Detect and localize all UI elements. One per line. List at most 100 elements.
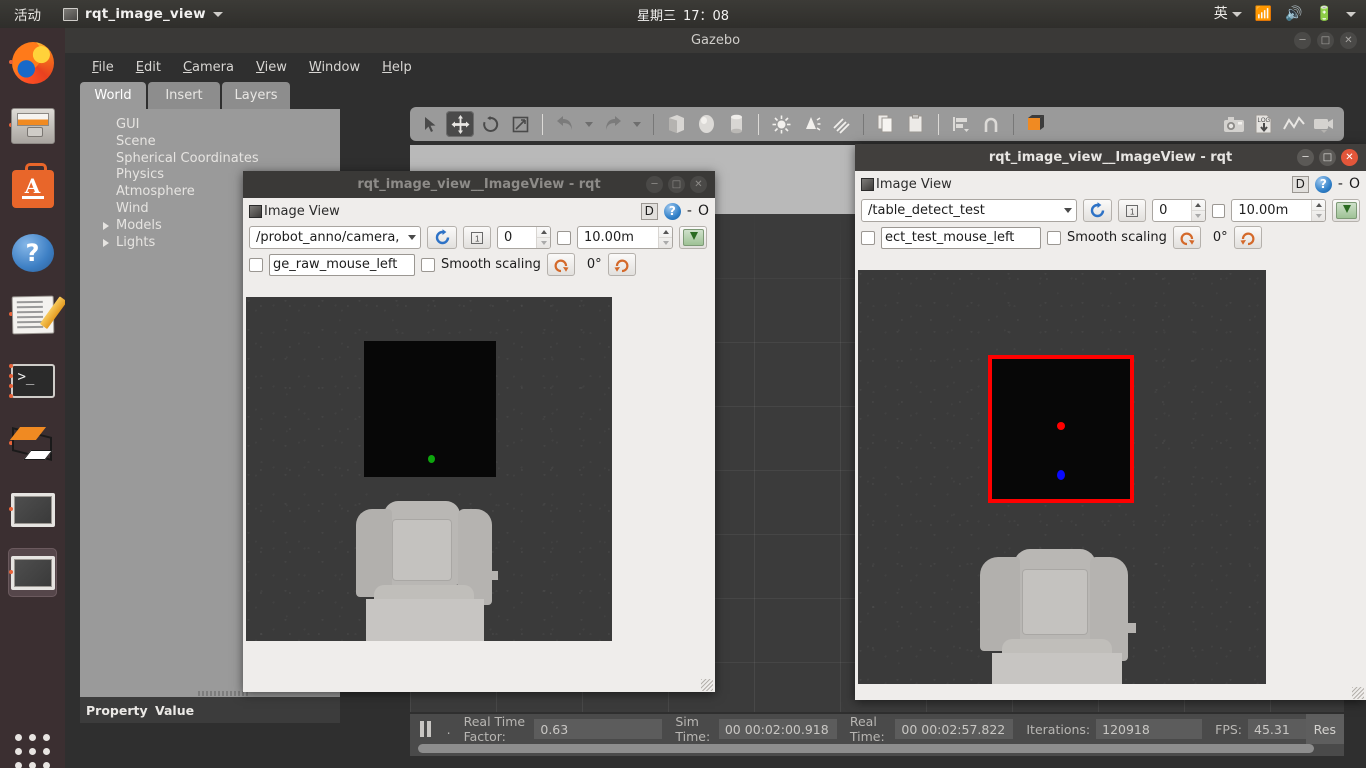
rotate-icon[interactable] [476,111,504,137]
plot-icon[interactable] [1280,111,1308,137]
help-icon[interactable]: ? [663,202,681,220]
translate-move-icon[interactable] [446,111,474,137]
smooth-scaling-checkbox[interactable] [1047,230,1061,245]
menu-window[interactable]: Window [302,57,367,78]
launcher-item-firefox[interactable] [8,38,57,87]
maximize-button[interactable]: □ [1319,149,1336,166]
refresh-topics-button[interactable] [427,226,457,249]
screenshot-camera-icon[interactable] [1220,111,1248,137]
close-panel-button[interactable]: O [698,203,709,219]
chevron-down-icon[interactable] [1346,11,1356,17]
minimize-panel-button[interactable]: - [687,203,692,219]
battery-icon[interactable]: 🔋 [1316,7,1333,21]
gazebo-title-bar[interactable]: Gazebo ─ □ ✕ [65,28,1366,53]
help-icon[interactable]: ? [1314,175,1332,193]
menu-file[interactable]: File [85,57,121,78]
sphere-icon[interactable] [692,111,720,137]
launcher-item-terminal[interactable]: >_ [8,356,57,405]
launcher-item-ubuntu-software[interactable] [8,162,57,213]
input-method-indicator[interactable]: 英 [1214,7,1242,21]
wifi-icon[interactable]: 📶 [1255,7,1272,21]
menu-edit[interactable]: Edit [129,57,168,78]
menu-help[interactable]: Help [375,57,419,78]
align-icon[interactable] [947,111,975,137]
pause-button[interactable] [418,721,434,737]
close-button[interactable]: ✕ [1341,149,1358,166]
undo-icon[interactable] [551,111,579,137]
refresh-topics-button[interactable] [1082,199,1113,222]
menu-camera[interactable]: Camera [176,57,241,78]
publish-click-checkbox[interactable] [861,230,875,245]
tree-item-gui[interactable]: GUI [92,117,340,134]
publish-topic-input[interactable]: ect_test_mouse_left [881,226,1041,249]
tab-world[interactable]: World [80,82,146,109]
launcher-item-rqt-image-view-2[interactable] [8,548,57,597]
dock-button[interactable]: D [640,202,658,220]
topic-combobox[interactable]: /probot_anno/camera, [249,226,421,249]
publish-topic-input[interactable]: ge_raw_mouse_left [269,253,415,276]
status-scrollbar[interactable] [418,744,1314,753]
activities-button[interactable]: 活动 [14,4,41,24]
volume-icon[interactable]: 🔊 [1285,7,1302,21]
index-spinbox[interactable]: 0 [1152,199,1206,222]
snap-icon[interactable] [977,111,1005,137]
max-depth-checkbox[interactable] [557,230,571,245]
box-icon[interactable] [662,111,690,137]
numbered-frames-button[interactable]: 1 [463,226,491,249]
point-light-icon[interactable] [767,111,795,137]
max-depth-spinbox[interactable]: 10.00m [1231,199,1327,222]
minimize-button[interactable]: ─ [1294,32,1311,49]
maximize-button[interactable]: □ [1317,32,1334,49]
maximize-button[interactable]: □ [668,176,685,193]
resize-gripper[interactable] [701,679,713,691]
topic-combobox[interactable]: /table_detect_test [861,199,1077,222]
minimize-panel-button[interactable]: - [1338,176,1343,192]
window-title-bar[interactable]: rqt_image_view__ImageView - rqt ─ □ ✕ [243,171,715,198]
show-applications-button[interactable] [15,734,51,768]
launcher-item-files[interactable] [8,101,57,150]
rotate-cw-button[interactable] [607,253,636,276]
tree-item-scene[interactable]: Scene [92,134,340,151]
close-panel-button[interactable]: O [1349,176,1360,192]
dock-button[interactable]: D [1291,175,1309,193]
smooth-scaling-checkbox[interactable] [421,257,435,272]
numbered-frames-button[interactable]: 1 [1118,199,1147,222]
save-image-button[interactable] [1332,199,1360,222]
rotate-cw-button[interactable] [1233,226,1262,249]
launcher-item-gazebo[interactable] [8,419,57,468]
tree-item-spherical-coordinates[interactable]: Spherical Coordinates [92,151,340,168]
camera-image-display[interactable] [246,297,612,641]
camera-image-display[interactable] [858,270,1266,688]
log-record-icon[interactable]: LOG [1250,111,1278,137]
minimize-button[interactable]: ─ [1297,149,1314,166]
max-depth-checkbox[interactable] [1211,203,1226,218]
video-record-icon[interactable] [1310,111,1338,137]
redo-icon[interactable] [599,111,627,137]
window-title-bar[interactable]: rqt_image_view__ImageView - rqt ─ □ ✕ [855,144,1366,171]
chevron-right-icon[interactable] [103,221,109,230]
resize-gripper[interactable] [1352,687,1364,699]
paste-icon[interactable] [902,111,930,137]
redo-dropdown-icon[interactable] [633,121,641,127]
directional-light-icon[interactable] [827,111,855,137]
close-button[interactable]: ✕ [690,176,707,193]
rotate-ccw-button[interactable] [1172,226,1201,249]
tab-insert[interactable]: Insert [148,82,220,109]
save-image-button[interactable] [679,226,707,249]
scale-icon[interactable] [506,111,534,137]
close-button[interactable]: ✕ [1340,32,1357,49]
max-depth-spinbox[interactable]: 10.00m [577,226,673,249]
reset-button[interactable]: Res [1305,714,1344,744]
select-arrow-icon[interactable] [416,111,444,137]
app-menu-indicator[interactable]: rqt_image_view [63,6,223,22]
launcher-item-text-editor[interactable] [8,290,57,339]
menu-view[interactable]: View [249,57,294,78]
tab-layers[interactable]: Layers [222,82,290,109]
copy-icon[interactable] [872,111,900,137]
launcher-item-rqt-image-view-1[interactable] [8,485,57,534]
spot-light-icon[interactable] [797,111,825,137]
chevron-right-icon[interactable] [103,238,109,247]
view-angle-icon[interactable] [1022,111,1050,137]
undo-dropdown-icon[interactable] [585,121,593,127]
cylinder-icon[interactable] [722,111,750,137]
